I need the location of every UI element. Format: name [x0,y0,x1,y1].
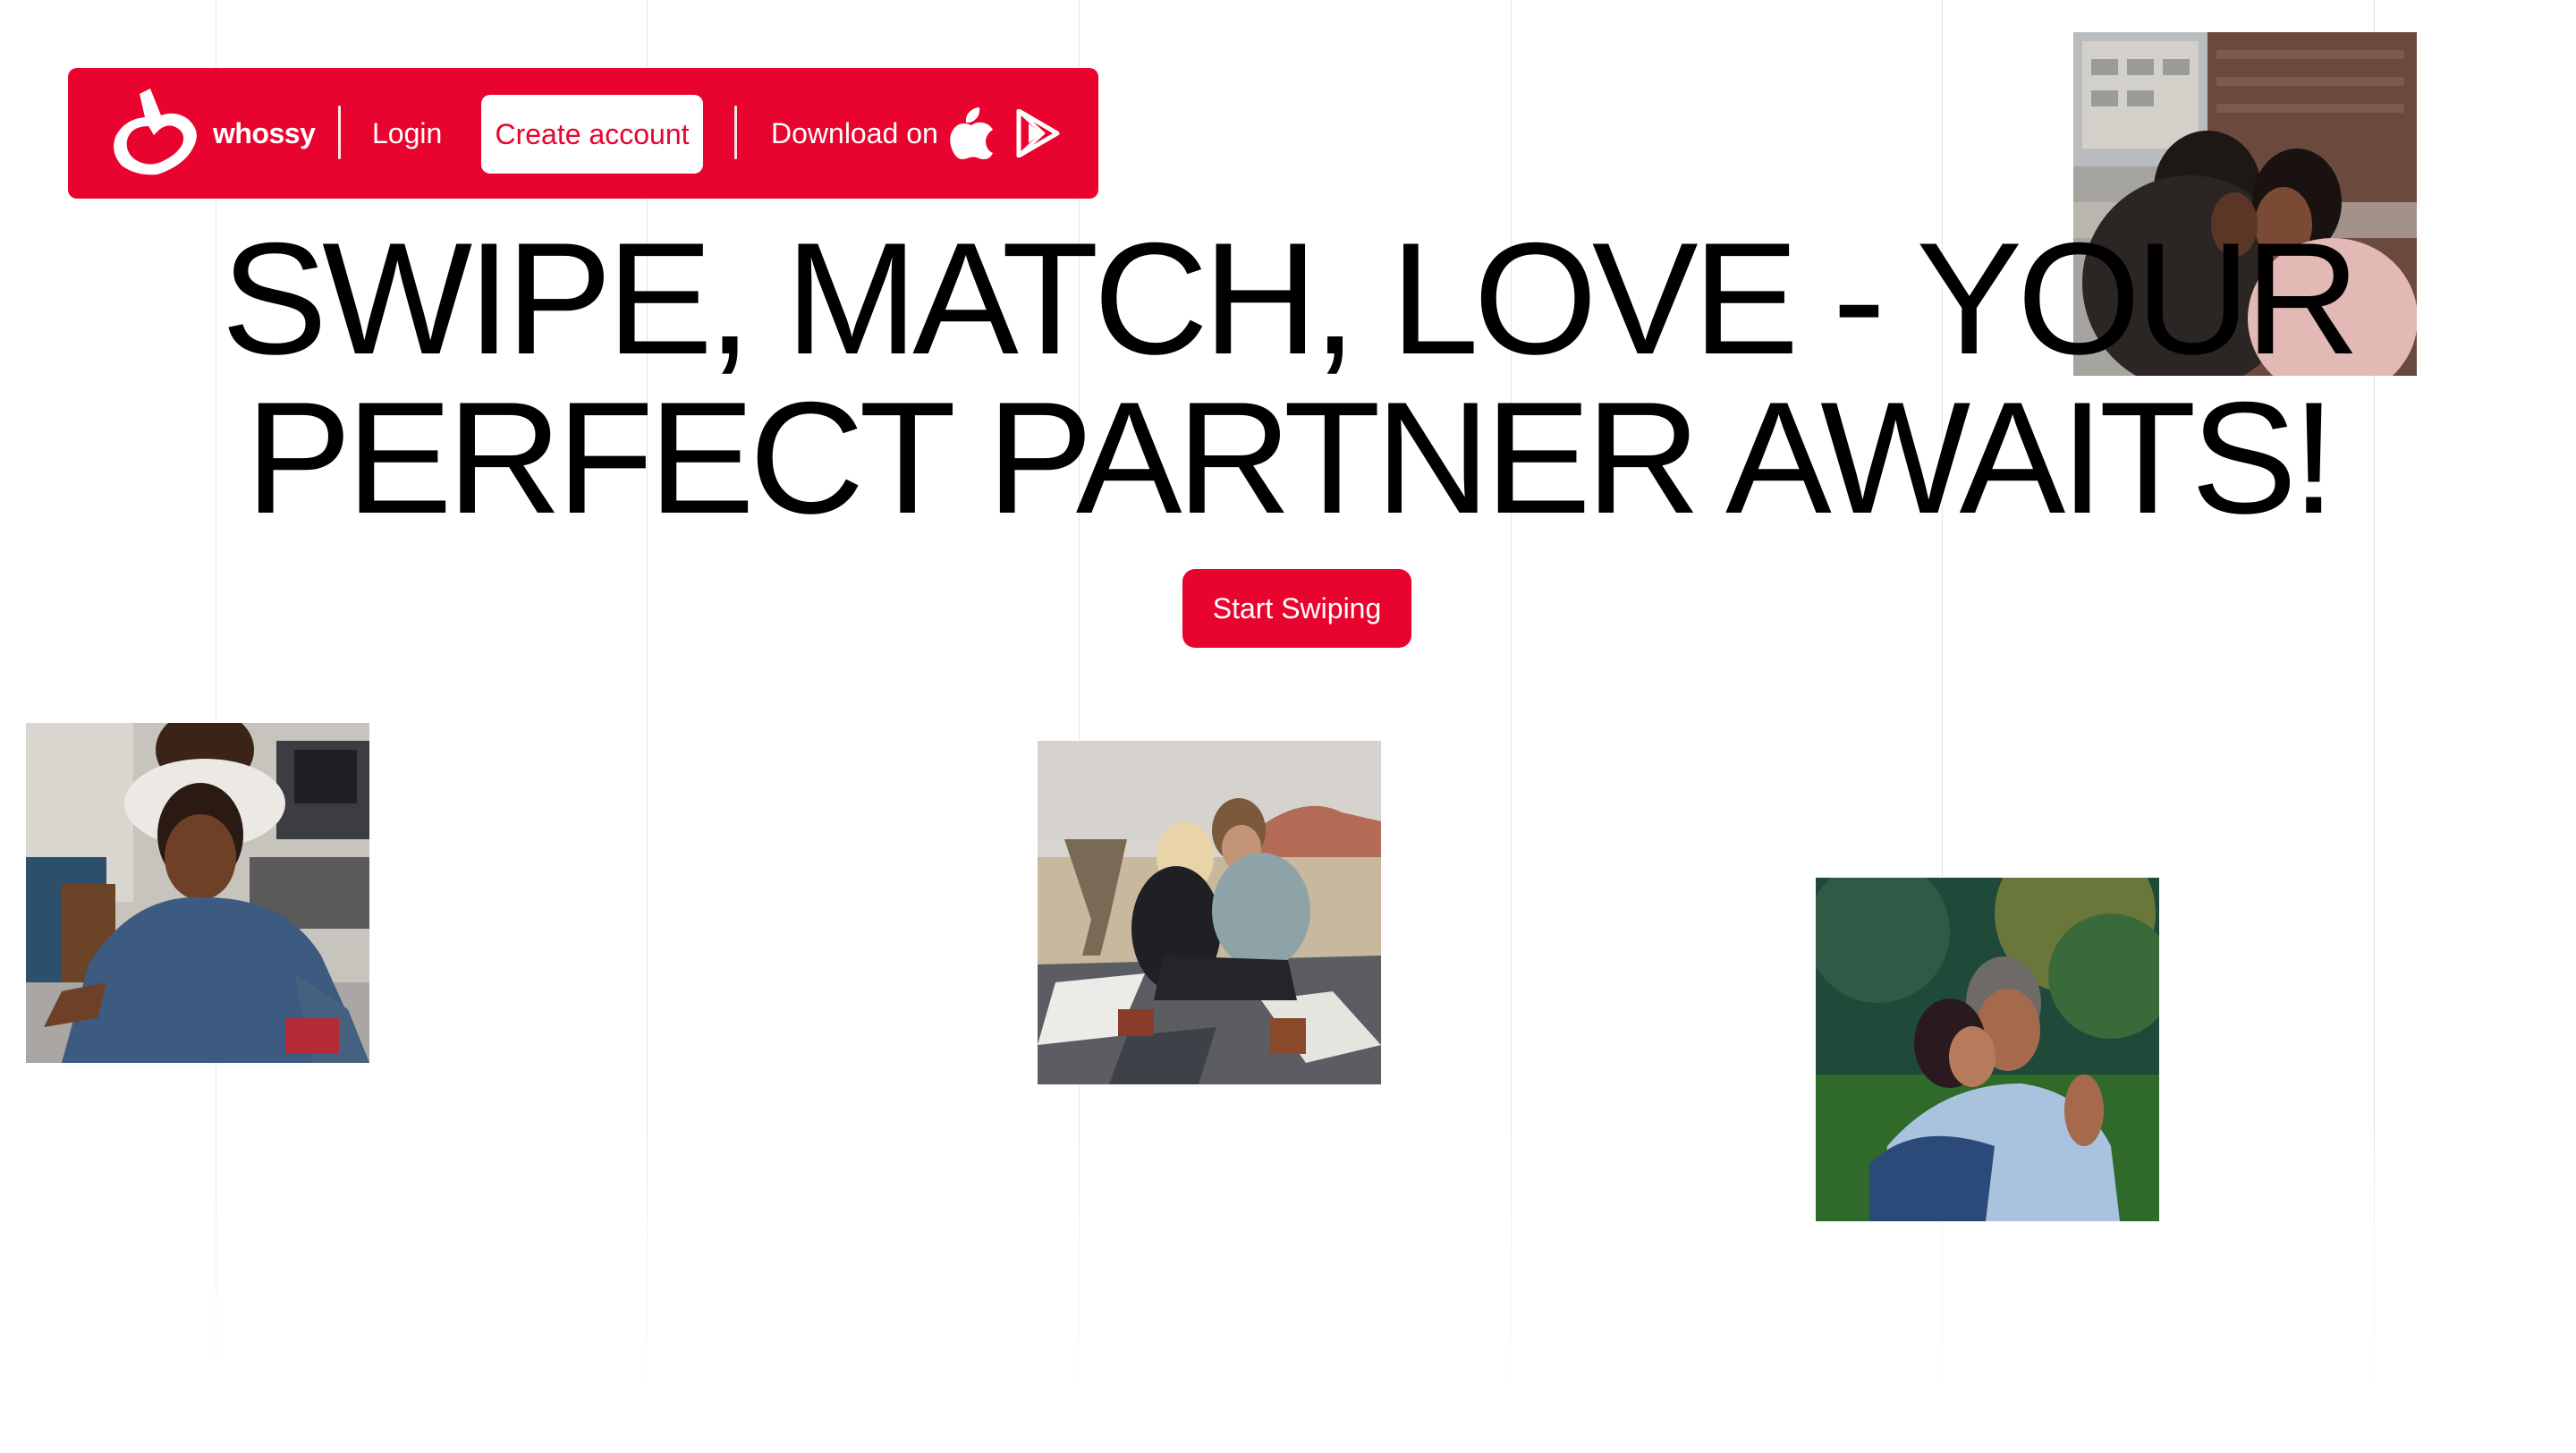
brand-name: whossy [213,116,316,149]
login-link[interactable]: Login [372,68,442,199]
create-account-button[interactable]: Create account [481,95,703,174]
start-swiping-button[interactable]: Start Swiping [1182,569,1411,648]
couple-photo-desert-picnic [1038,741,1381,1084]
brand-logo[interactable]: whossy [109,88,316,179]
google-play-icon[interactable] [1016,108,1061,158]
download-label: Download on [771,116,938,149]
nav-divider [734,106,737,159]
hero-headline-line-2: PERFECT PARTNER AWAITS! [245,369,2335,547]
apple-icon[interactable] [950,107,993,159]
top-nav-bar: whossy Login Create account Download on [68,68,1098,199]
nav-divider [338,106,341,159]
couple-photo-garden-hug [1816,878,2159,1221]
couple-photo-living-room [26,723,369,1063]
heart-swipe-logo-icon [109,89,202,178]
hero-headline: SWIPE, MATCH, LOVE - YOUR PERFECT PARTNE… [0,219,2576,538]
hero-headline-line-1: SWIPE, MATCH, LOVE - YOUR [221,209,2360,387]
